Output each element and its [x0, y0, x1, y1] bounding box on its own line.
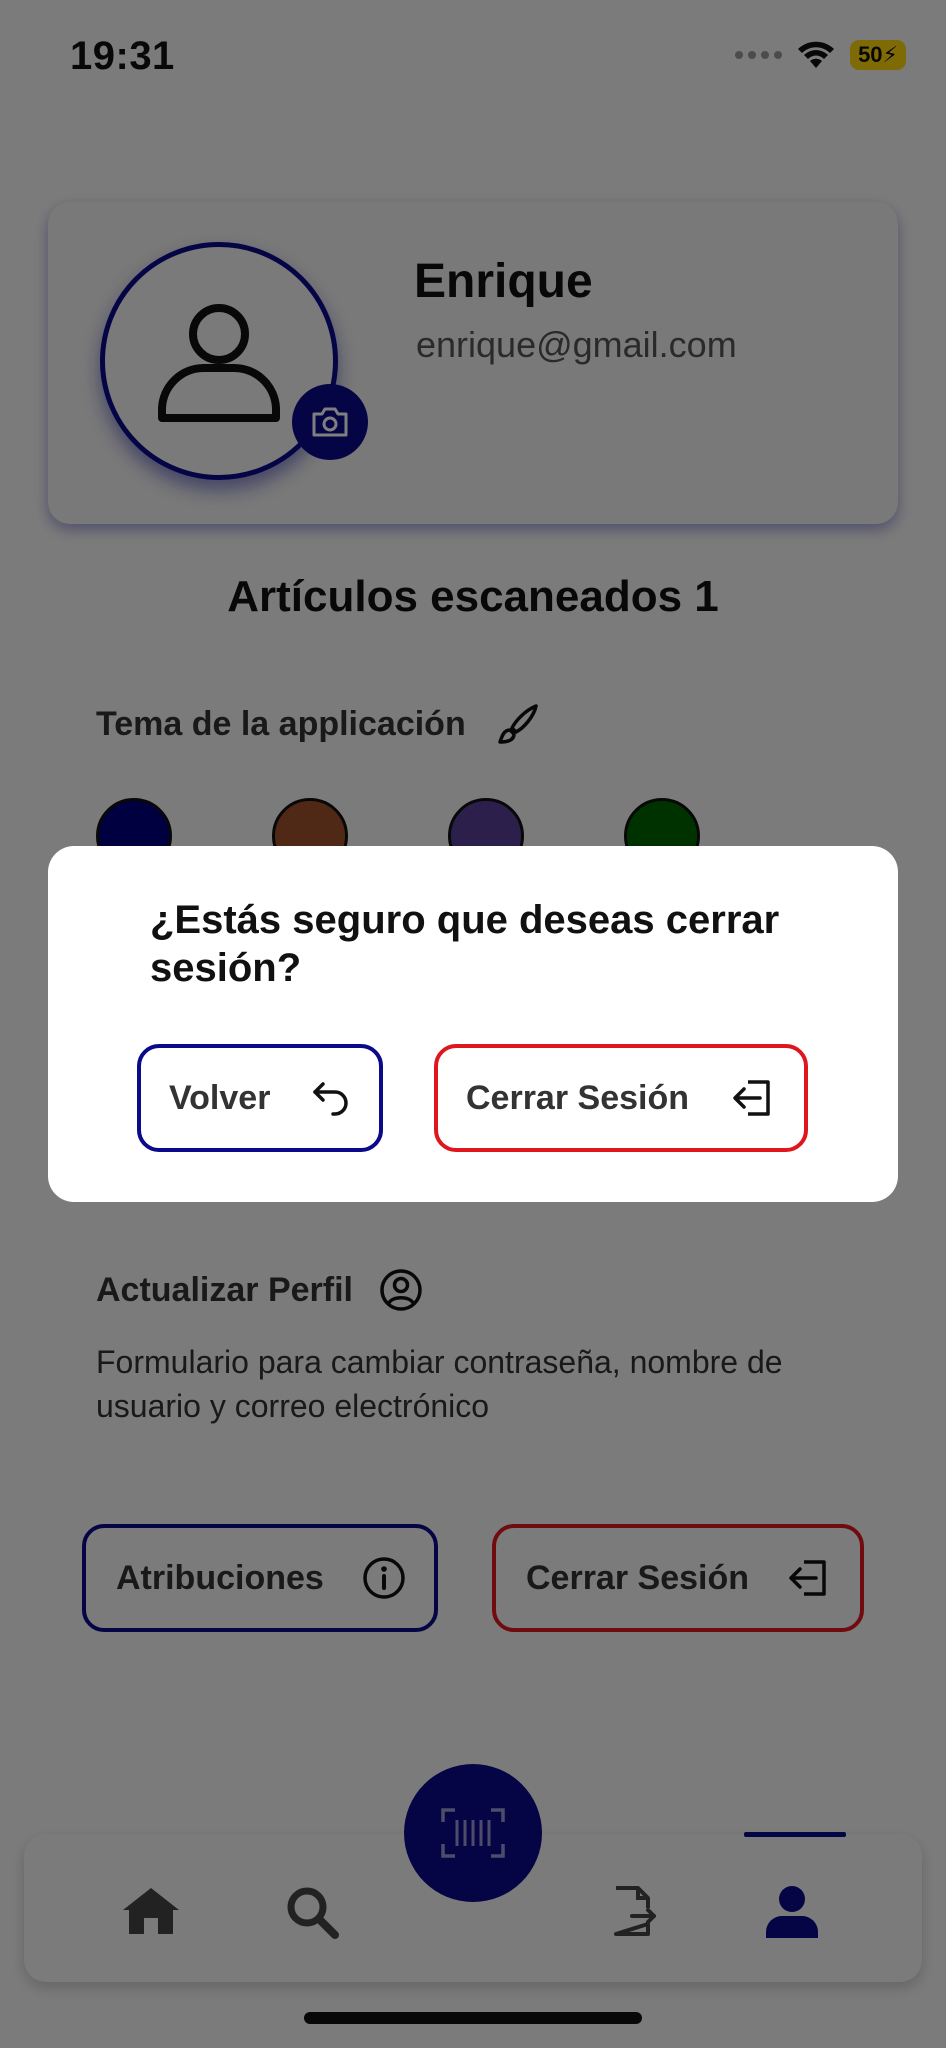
confirm-logout-label: Cerrar Sesión — [466, 1078, 689, 1117]
back-button[interactable]: Volver — [137, 1044, 383, 1152]
undo-icon — [311, 1080, 351, 1116]
confirm-logout-button[interactable]: Cerrar Sesión — [434, 1044, 808, 1152]
logout-confirm-dialog: ¿Estás seguro que deseas cerrar sesión? … — [48, 846, 898, 1202]
profile-screen: 19:31 50⚡ Enrique enrique@gmail.com — [0, 0, 946, 2048]
back-label: Volver — [169, 1078, 271, 1117]
logout-icon — [730, 1076, 776, 1120]
dialog-question: ¿Estás seguro que deseas cerrar sesión? — [150, 898, 780, 990]
